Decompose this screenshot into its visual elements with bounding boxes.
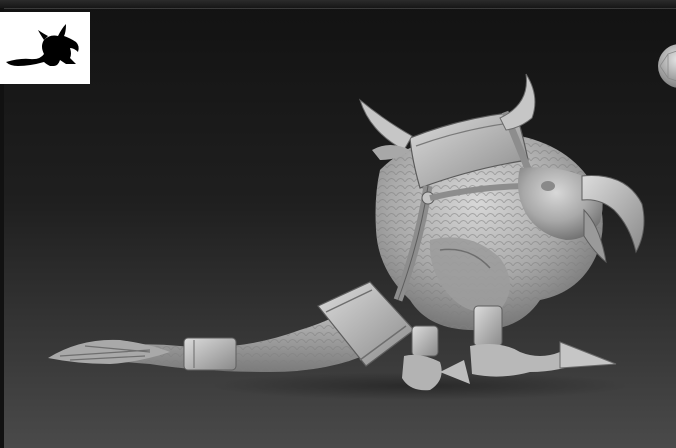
creature-silhouette-icon bbox=[6, 24, 79, 66]
3d-viewport[interactable] bbox=[0, 0, 676, 448]
navigation-sphere-icon[interactable] bbox=[656, 42, 676, 90]
silhouette-thumbnail[interactable] bbox=[0, 12, 90, 84]
sculpted-creature-model[interactable] bbox=[0, 0, 676, 448]
